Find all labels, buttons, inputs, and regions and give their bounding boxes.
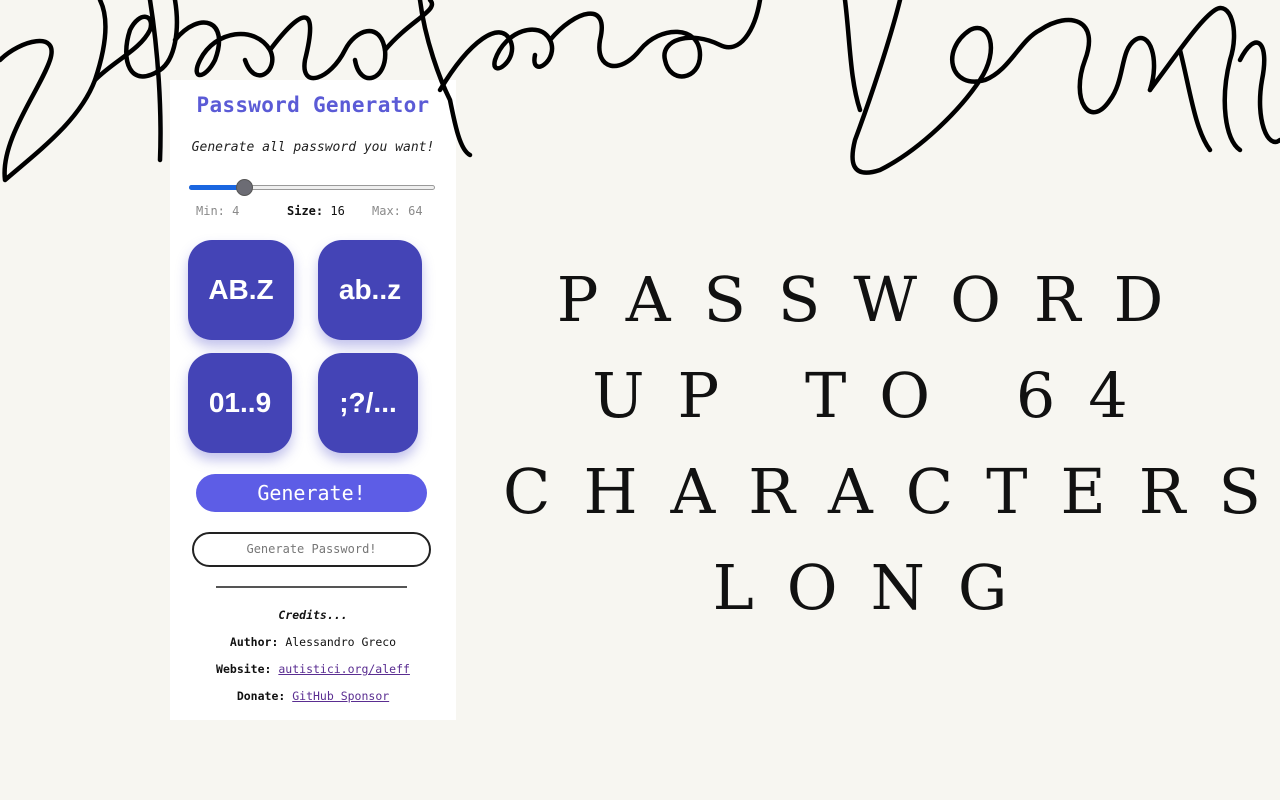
credit-author: Author: Alessandro Greco (170, 635, 456, 649)
author-value: Alessandro Greco (285, 635, 397, 649)
headline-line: PASSWORD (556, 263, 1197, 336)
website-key: Website: (216, 662, 272, 676)
app-subtitle: Generate all password you want! (191, 140, 435, 155)
min-length-label: Min: 4 (196, 204, 240, 218)
headline-line: CHARACTERS (503, 455, 1280, 528)
slider-thumb[interactable] (236, 179, 253, 196)
donate-link[interactable]: GitHub Sponsor (292, 689, 389, 703)
max-length-label: Max: 64 (372, 204, 423, 218)
length-slider[interactable] (189, 179, 435, 197)
author-key: Author: (229, 635, 279, 649)
generate-button[interactable]: Generate! (196, 474, 427, 512)
credit-donate: Donate: GitHub Sponsor (170, 689, 456, 703)
size-value: 16 (330, 204, 345, 218)
symbols-toggle-button[interactable]: ;?/... (318, 353, 418, 453)
headline-line: UP TO 64 (592, 359, 1161, 432)
credit-website: Website: autistici.org/aleff (170, 662, 456, 676)
donate-key: Donate: (236, 689, 286, 703)
website-link[interactable]: autistici.org/aleff (278, 662, 410, 676)
password-generator-popup: Password Generator Generate all password… (170, 80, 456, 720)
size-readout: Size: 16 (287, 204, 345, 218)
lowercase-toggle-button[interactable]: ab..z (318, 240, 422, 340)
password-output-field[interactable]: Generate Password! (192, 532, 431, 567)
size-key: Size: (287, 204, 324, 218)
digits-toggle-button[interactable]: 01..9 (188, 353, 292, 453)
credits-heading: Credits... (278, 608, 348, 622)
headline-line: LONG (712, 551, 1041, 624)
divider (216, 586, 407, 588)
app-title: Password Generator (196, 93, 430, 117)
uppercase-toggle-button[interactable]: AB.Z (188, 240, 294, 340)
promo-headline: PASSWORD UP TO 64 CHARACTERS LONG (470, 252, 1280, 636)
